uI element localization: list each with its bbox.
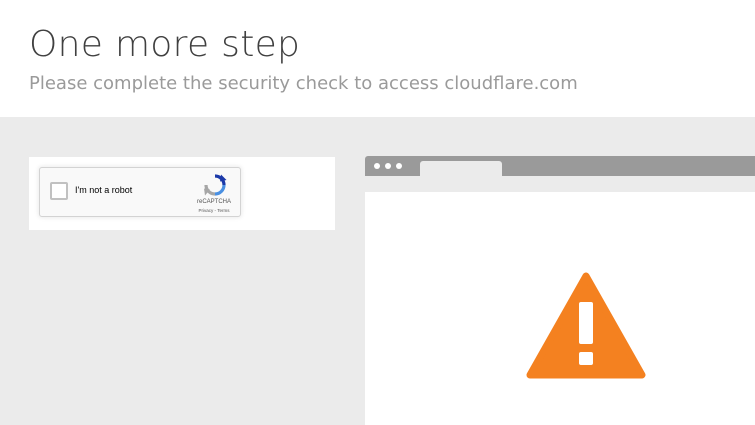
window-dot-icon (396, 163, 402, 169)
recaptcha-logo-icon (204, 174, 227, 196)
browser-tab (420, 161, 502, 176)
page-subtitle: Please complete the security check to ac… (29, 73, 578, 94)
terms-link[interactable]: Terms (217, 208, 229, 213)
browser-toolbar (365, 176, 755, 192)
recaptcha-links: Privacy - Terms (188, 208, 240, 213)
warning-triangle-icon (526, 272, 646, 379)
window-dot-icon (385, 163, 391, 169)
recaptcha-brand: reCAPTCHA (196, 199, 231, 205)
captcha-panel: I'm not a robot reCAPTCHA Privacy - Term… (29, 157, 335, 230)
window-dot-icon (374, 163, 380, 169)
privacy-link[interactable]: Privacy (199, 208, 214, 213)
browser-content (365, 192, 755, 425)
page-title: One more step (29, 24, 301, 65)
not-a-robot-checkbox[interactable] (50, 182, 68, 200)
browser-illustration (365, 156, 755, 425)
browser-title-bar (365, 156, 755, 176)
checkbox-label: I'm not a robot (75, 185, 133, 195)
page: One more step Please complete the securi… (0, 0, 755, 425)
page-header: One more step Please complete the securi… (0, 0, 755, 117)
recaptcha-widget: I'm not a robot reCAPTCHA Privacy - Term… (39, 167, 241, 217)
main-content: I'm not a robot reCAPTCHA Privacy - Term… (0, 117, 755, 425)
